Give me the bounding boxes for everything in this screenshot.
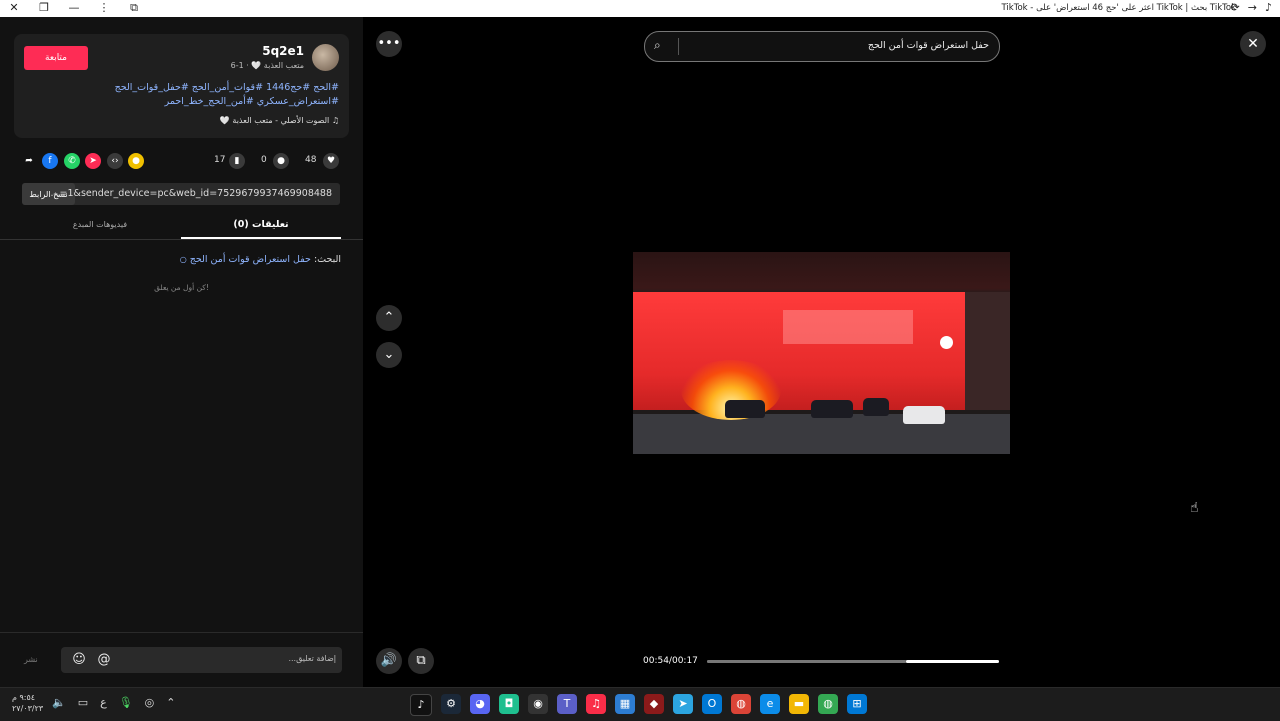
telegram-app-icon[interactable]: ➤ (673, 694, 693, 714)
network-icon[interactable]: ▭ (78, 696, 88, 709)
more-options-icon[interactable]: ••• (376, 31, 402, 57)
system-tray: 🔈 ▭ ع 🎙 ◎ ⌃ (52, 696, 175, 709)
close-icon[interactable]: ✕ (6, 1, 22, 15)
frame-car (863, 398, 889, 416)
refresh-icon[interactable]: ⟳ (1231, 1, 1240, 14)
chrome-profile-app-icon[interactable]: ◍ (818, 694, 838, 714)
tab-comments[interactable]: (0) تعليقات (181, 213, 341, 239)
mention-icon[interactable]: @ (96, 652, 112, 668)
game-app-icon[interactable]: ◆ (644, 694, 664, 714)
action-bar: ♥ 48 ● 0 ▮ 17 ● ‹› ➤ ✆ f ➦ (0, 150, 363, 172)
follow-button[interactable]: متابعة (24, 46, 88, 70)
search-separator (678, 38, 679, 55)
send-icon[interactable]: ➤ (85, 153, 101, 169)
taskbar-time: ٩:٥٤ م (12, 693, 36, 702)
facebook-icon[interactable]: f (42, 153, 58, 169)
title-bar: ✕ ❐ — ⋮ ⧉ TikTok بحث | TikTok اعثر على '… (0, 0, 1280, 17)
frame-road (633, 414, 1010, 454)
video-search-query[interactable]: حفل استعراض قوات أمن الحج (868, 40, 989, 51)
comment-count: 0 (261, 155, 267, 165)
tiktok-app-icon[interactable]: ♪ (410, 694, 432, 716)
frame-car (725, 400, 765, 418)
taskbar: ٩:٥٤ م ٢٧/٠٣/٢٣ 🔈 ▭ ع 🎙 ◎ ⌃ ♪ ⚙ ◕ ◘ ◉ T … (0, 687, 1280, 721)
tiktok-logo-icon: ♪ (1264, 1, 1272, 14)
microphone-icon[interactable]: 🎙 (119, 696, 133, 709)
volume-tray-icon[interactable]: 🔈 (52, 696, 66, 709)
steam-app-icon[interactable]: ⚙ (441, 694, 461, 714)
pip-icon[interactable]: ⧉ (408, 648, 434, 674)
discord-app-icon[interactable]: ◕ (470, 694, 490, 714)
chevron-up-icon[interactable]: ⌃ (376, 305, 402, 331)
cursor-hand-icon: ☝ (1190, 500, 1199, 516)
sound-link[interactable]: ♫ الصوت الأصلي - متعب العذبة 🤍 (220, 116, 339, 125)
related-search-prefix: البحث: (313, 254, 341, 265)
embed-icon[interactable]: ‹› (107, 153, 123, 169)
taskbar-apps: ♪ ⚙ ◕ ◘ ◉ T ♫ ▦ ◆ ➤ O ◍ e ▬ ◍ ⊞ (410, 694, 867, 716)
coin-icon[interactable]: ● (128, 153, 144, 169)
tab-creator-videos[interactable]: فيديوهات المبدع (20, 213, 180, 237)
outlook-app-icon[interactable]: O (702, 694, 722, 714)
details-panel: متابعة 5q2e1 متعب العذبة 🤍 · 1-6 #الحج #… (0, 17, 363, 687)
post-button[interactable]: نشر (24, 655, 38, 664)
minimize-icon[interactable]: — (66, 1, 82, 15)
comment-input[interactable]: إضافة تعليق... ☺ @ (61, 647, 342, 673)
chrome-app-icon[interactable]: ◍ (731, 694, 751, 714)
chat-app-icon[interactable]: ◘ (499, 694, 519, 714)
close-video-icon[interactable]: ✕ (1240, 31, 1266, 57)
related-search[interactable]: البحث: حفل استعراض قوات أمن الحج ○ (180, 254, 341, 265)
video-frame[interactable] (633, 252, 1010, 454)
explorer-app-icon[interactable]: ▬ (789, 694, 809, 714)
taskbar-date: ٢٧/٠٣/٢٣ (12, 704, 44, 713)
whatsapp-icon[interactable]: ✆ (64, 153, 80, 169)
avatar[interactable] (312, 44, 339, 71)
search-small-icon: ○ (179, 255, 187, 264)
video-description[interactable]: #الحج #حج1446 #قوات_أمن_الحج #حفل_قوات_ا… (39, 81, 339, 109)
app-tray-icon[interactable]: ◎ (145, 696, 155, 709)
extensions-icon[interactable]: ⧉ (126, 1, 142, 15)
author-card: متابعة 5q2e1 متعب العذبة 🤍 · 1-6 #الحج #… (14, 34, 349, 138)
emoji-icon[interactable]: ☺ (71, 652, 87, 668)
divider (0, 632, 363, 633)
progress-fill (707, 660, 906, 663)
frame-car (811, 400, 853, 418)
frame-police-car (903, 406, 945, 424)
teams-app-icon[interactable]: T (557, 694, 577, 714)
chevron-up-tray-icon[interactable]: ⌃ (166, 696, 175, 709)
comment-icon[interactable]: ● (273, 153, 289, 169)
taskbar-clock[interactable]: ٩:٥٤ م ٢٧/٠٣/٢٣ (12, 692, 43, 714)
share-icon[interactable]: ➦ (21, 153, 37, 169)
share-link-text[interactable]: ...=1&sender_device=pc&web_id=7529679937… (50, 188, 332, 199)
frame-screen (783, 310, 913, 344)
bookmark-icon[interactable]: ▮ (229, 153, 245, 169)
volume-icon[interactable]: 🔊 (376, 648, 402, 674)
store-app-icon[interactable]: ▦ (615, 694, 635, 714)
username[interactable]: 5q2e1 (262, 44, 304, 58)
window-title: TikTok بحث | TikTok اعثر على 'حج 46 استع… (1001, 3, 1237, 13)
more-vert-icon[interactable]: ⋮ (96, 1, 112, 15)
start-icon[interactable]: ⊞ (847, 694, 867, 714)
frame-emblem (940, 336, 953, 349)
steamvr-app-icon[interactable]: ◉ (528, 694, 548, 714)
share-link-row: نسخ الرابط ...=1&sender_device=pc&web_id… (22, 183, 340, 205)
heart-icon[interactable]: ♥ (323, 153, 339, 169)
forward-icon[interactable]: → (1248, 1, 1257, 14)
comment-placeholder: إضافة تعليق... (288, 654, 336, 663)
frame-wall-dark (965, 292, 1010, 410)
search-icon[interactable]: ⌕ (654, 38, 661, 53)
video-search-bar[interactable]: ⌕ حفل استعراض قوات أمن الحج (644, 31, 1000, 62)
like-count: 48 (305, 155, 317, 165)
edge-app-icon[interactable]: e (760, 694, 780, 714)
video-progress-bar[interactable] (707, 660, 999, 663)
save-count: 17 (214, 155, 226, 165)
author-subinfo: متعب العذبة 🤍 · 1-6 (230, 61, 304, 70)
language-indicator[interactable]: ع (100, 696, 107, 709)
video-timecode: 00:54/00:17 (643, 656, 698, 666)
related-search-query[interactable]: حفل استعراض قوات أمن الحج (190, 254, 311, 265)
empty-comments-text: كن أول من يعلق! (154, 283, 209, 292)
comment-tabs: (0) تعليقات فيديوهات المبدع (0, 213, 363, 240)
chevron-down-icon[interactable]: ⌄ (376, 342, 402, 368)
progress-current (905, 660, 999, 663)
restore-icon[interactable]: ❐ (36, 1, 52, 15)
music-app-icon[interactable]: ♫ (586, 694, 606, 714)
